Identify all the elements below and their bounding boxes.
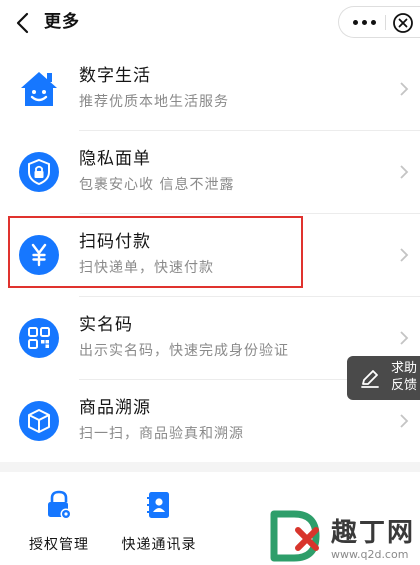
pen-edit-icon [361,370,379,388]
item-title: 数字生活 [79,66,151,86]
shield-lock-icon [19,152,59,192]
page-title: 更多 [44,12,80,32]
yen-icon [19,235,59,275]
tool-label: 授权管理 [29,537,89,553]
item-title: 商品溯源 [79,398,151,418]
mini-program-capsule [338,6,420,38]
house-smile-icon [21,72,57,106]
item-title: 隐私面单 [79,149,151,169]
chevron-right-icon [400,331,409,345]
help-feedback-button[interactable]: 求助 反馈 [347,356,420,400]
capsule-divider [385,15,386,30]
watermark: 趣丁网 www.q2d.com [268,508,420,565]
chevron-right-icon [400,165,409,179]
item-description: 扫一扫，商品验真和溯源 [79,426,244,442]
watermark-url: www.q2d.com [331,548,409,561]
contact-book-icon [147,492,169,518]
chevron-right-icon [400,82,409,96]
watermark-logo-icon [270,510,320,562]
tool-label: 快递通讯录 [121,537,197,553]
feedback-label: 反馈 [391,378,418,393]
item-description: 推荐优质本地生活服务 [79,94,229,110]
item-title: 实名码 [79,315,133,335]
watermark-text: 趣丁网 [331,518,416,548]
list-item-privacy-waybill[interactable]: 隐私面单 包裹安心收 信息不泄露 [0,131,420,214]
help-label: 求助 [391,361,418,376]
tool-authorization-management[interactable]: 授权管理 [14,490,104,560]
item-description: 出示实名码，快速完成身份验证 [79,343,289,359]
list-item-scan-pay[interactable]: 扫码付款 扫快递单，快速付款 [0,214,420,297]
service-list: 数字生活 推荐优质本地生活服务 隐私面单 包裹安心收 信息不泄露 扫码付款 扫快… [0,48,420,463]
nav-bar: 更多 [0,0,420,48]
lock-gear-icon [48,490,72,520]
chevron-right-icon [400,248,409,262]
tool-express-contacts[interactable]: 快递通讯录 [114,490,204,560]
item-description: 包裹安心收 信息不泄露 [79,177,235,193]
section-separator [0,462,420,472]
item-description: 扫快递单，快速付款 [79,260,214,276]
close-icon[interactable] [391,11,415,35]
chevron-right-icon [400,414,409,428]
back-arrow-icon[interactable] [12,10,36,36]
box-icon [19,401,59,441]
qr-code-icon [19,318,59,358]
more-options-icon[interactable] [349,7,379,37]
list-item-digital-life[interactable]: 数字生活 推荐优质本地生活服务 [0,48,420,131]
item-title: 扫码付款 [79,232,151,252]
